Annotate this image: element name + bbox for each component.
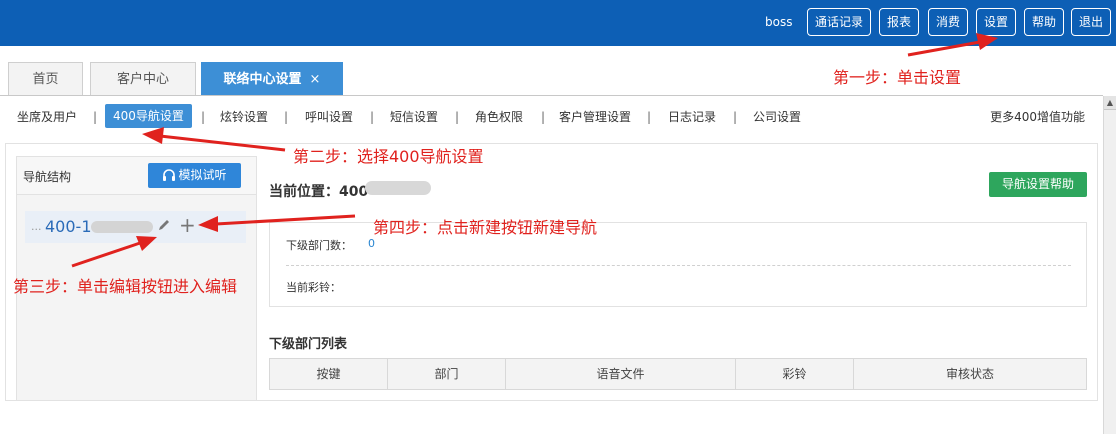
subnav-role-permissions[interactable]: 角色权限 <box>475 108 523 126</box>
subnav-call-settings[interactable]: 呼叫设置 <box>305 108 353 126</box>
settings-button[interactable]: 设置 <box>976 8 1016 36</box>
redacted-location <box>365 181 431 195</box>
annotation-step1: 第一步：单击设置 <box>833 68 962 87</box>
tab-divider <box>0 95 1103 96</box>
username: boss <box>765 15 793 29</box>
subnav-separator: | <box>93 110 98 124</box>
panel-header: 导航结构 模拟试听 <box>17 157 256 195</box>
subnav-sms-settings[interactable]: 短信设置 <box>390 108 438 126</box>
subnav-separator: | <box>455 110 460 124</box>
add-plus-icon[interactable]: + <box>179 213 196 237</box>
sub-dept-list-title: 下级部门列表 <box>269 337 348 352</box>
report-button[interactable]: 报表 <box>879 8 919 36</box>
subnav-company-settings[interactable]: 公司设置 <box>753 108 801 126</box>
sub-nav: 坐席及用户 | 400导航设置 | 炫铃设置 | 呼叫设置 | 短信设置 | 角… <box>0 104 1103 130</box>
tree-node[interactable]: ... 400-1 + <box>25 211 246 243</box>
tab-customer-center-label: 客户中心 <box>116 72 169 87</box>
tab-contact-center-settings-label: 联络中心设置 <box>223 72 302 87</box>
subnav-customer-management[interactable]: 客户管理设置 <box>559 108 631 126</box>
simulate-listen-label: 模拟试听 <box>178 168 227 182</box>
column-header-voice-file: 语音文件 <box>506 359 736 389</box>
help-button[interactable]: 帮助 <box>1024 8 1064 36</box>
tab-close-icon[interactable]: × <box>310 72 321 87</box>
simulate-listen-button[interactable]: 模拟试听 <box>148 163 241 188</box>
subnav-400-navigation[interactable]: 400导航设置 <box>105 104 192 128</box>
headphones-icon <box>163 169 176 181</box>
scrollbar[interactable]: ▲ <box>1103 96 1116 434</box>
subnav-separator: | <box>284 110 289 124</box>
tab-home-label: 首页 <box>32 72 59 87</box>
subnav-separator: | <box>370 110 375 124</box>
edit-pencil-icon[interactable] <box>157 218 171 235</box>
current-ringtone-label: 当前彩铃： <box>286 281 341 294</box>
annotation-step2: 第二步：选择400导航设置 <box>293 147 484 166</box>
info-divider <box>286 265 1071 266</box>
sub-dept-count-label: 下级部门数： <box>286 239 352 252</box>
annotation-step4: 第四步：点击新建按钮新建导航 <box>373 218 598 237</box>
subnav-separator: | <box>733 110 738 124</box>
current-location: 当前位置：400 <box>269 184 369 200</box>
column-header-department: 部门 <box>388 359 506 389</box>
panel-title: 导航结构 <box>23 170 72 184</box>
subnav-seats-users[interactable]: 坐席及用户 <box>17 108 77 126</box>
sub-dept-table-header: 按键 部门 语音文件 彩铃 审核状态 <box>269 358 1087 390</box>
column-header-ringtone: 彩铃 <box>736 359 854 389</box>
subnav-separator: | <box>541 110 546 124</box>
tab-customer-center[interactable]: 客户中心 <box>90 62 196 96</box>
redacted-number <box>91 221 153 233</box>
column-header-key: 按键 <box>270 359 388 389</box>
sub-dept-count-value: 0 <box>368 237 375 250</box>
navigation-help-button[interactable]: 导航设置帮助 <box>989 172 1087 197</box>
tree-node-number[interactable]: 400-1 <box>45 217 92 236</box>
tab-contact-center-settings[interactable]: 联络中心设置 × <box>201 62 343 96</box>
annotation-step3: 第三步：单击编辑按钮进入编辑 <box>13 277 238 296</box>
subnav-logs[interactable]: 日志记录 <box>668 108 716 126</box>
tree-connector: ... <box>31 220 42 233</box>
consumption-button[interactable]: 消费 <box>928 8 968 36</box>
more-value-added-link[interactable]: 更多400增值功能 <box>990 108 1085 126</box>
tab-home[interactable]: 首页 <box>8 62 83 96</box>
subnav-ringtone[interactable]: 炫铃设置 <box>220 108 268 126</box>
scroll-up-icon[interactable]: ▲ <box>1104 96 1116 110</box>
call-records-button[interactable]: 通话记录 <box>807 8 871 36</box>
top-bar: boss 通话记录 报表 消费 设置 帮助 退出 <box>0 0 1116 46</box>
logout-button[interactable]: 退出 <box>1071 8 1111 36</box>
subnav-separator: | <box>647 110 652 124</box>
column-header-review-status: 审核状态 <box>945 367 994 381</box>
subnav-separator: | <box>201 110 206 124</box>
